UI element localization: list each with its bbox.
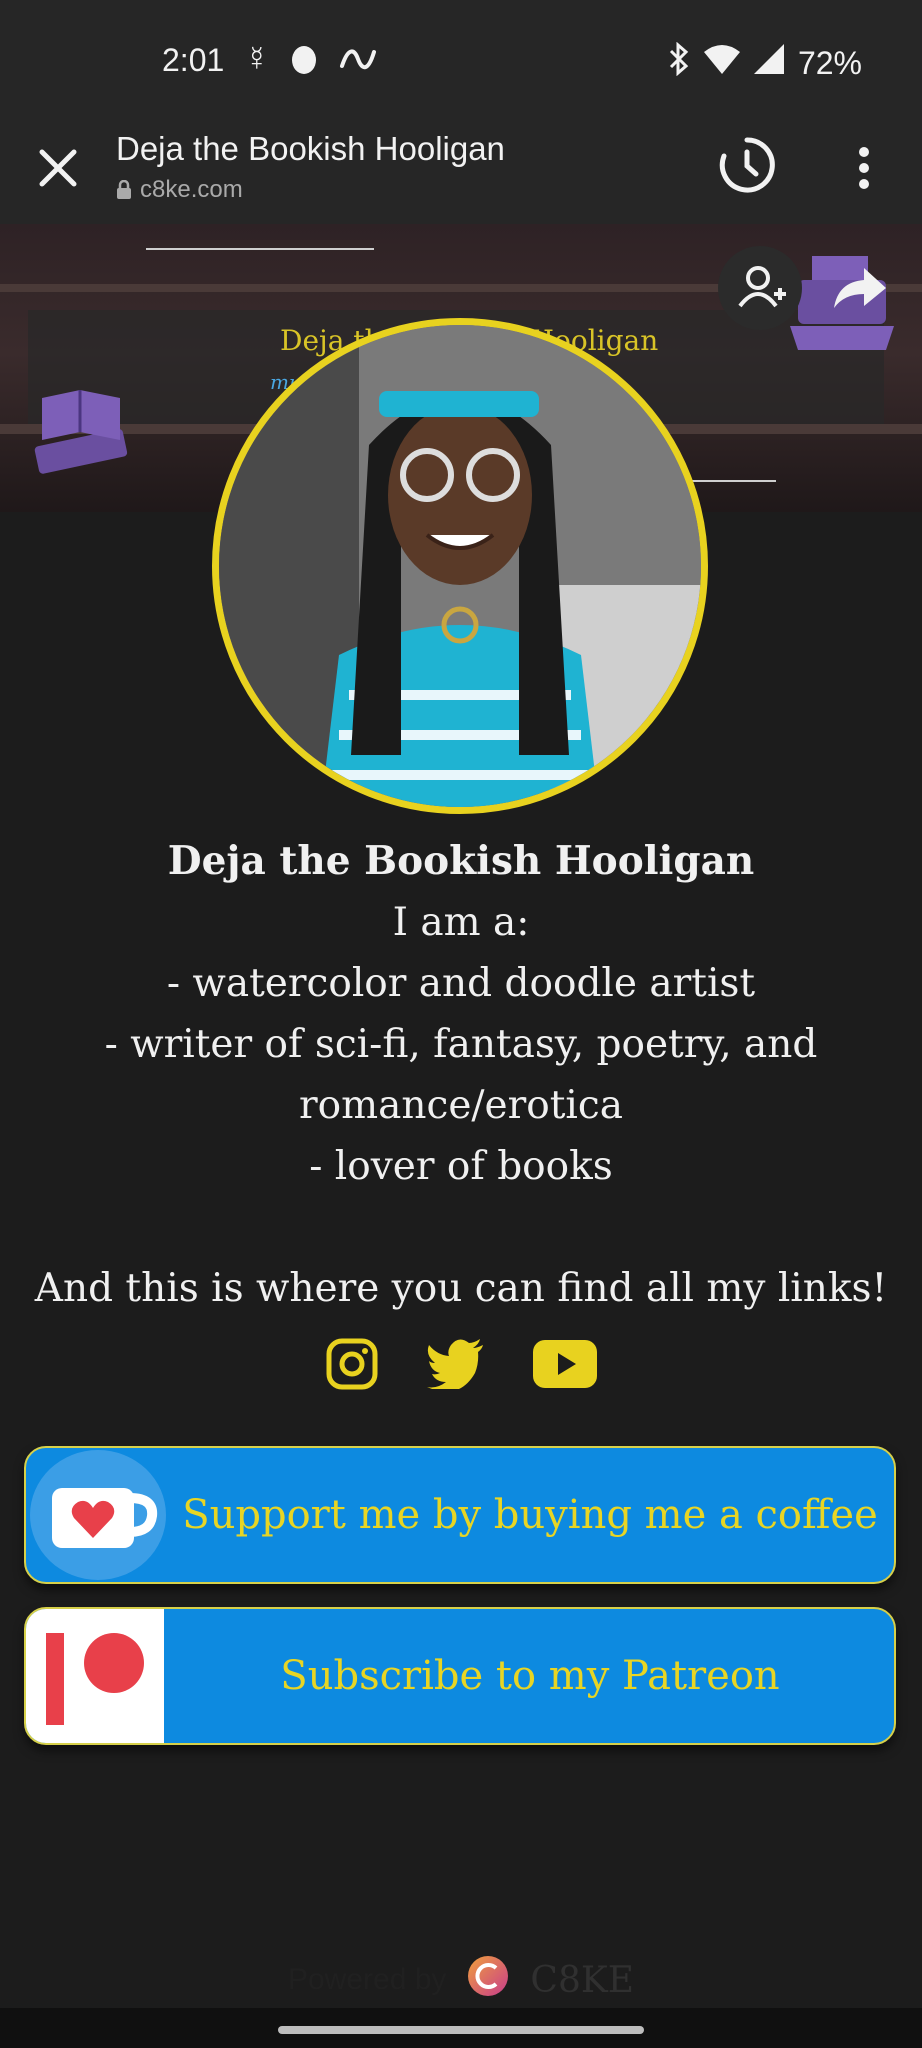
person-portrait-image <box>219 325 701 807</box>
bio-spacer <box>0 1197 922 1258</box>
coffee-cup-icon <box>30 1450 166 1580</box>
profile-bio: Deja the Bookish Hooligan I am a: - wate… <box>0 830 922 1319</box>
share-arrow-icon <box>834 268 886 308</box>
home-gesture-bar[interactable] <box>278 2026 644 2034</box>
page-url: c8ke.com <box>140 176 243 203</box>
page-title: Deja the Bookish Hooligan <box>116 130 505 167</box>
social-links <box>0 1336 922 1396</box>
patreon-subscribe-button[interactable]: Subscribe to my Patreon <box>24 1607 896 1745</box>
decorative-line <box>146 248 374 250</box>
lock-icon <box>116 179 132 205</box>
close-icon <box>39 149 77 187</box>
more-options-button[interactable] <box>846 140 882 196</box>
history-clock-icon <box>719 137 775 193</box>
history-button[interactable] <box>716 134 778 196</box>
mercury-icon: ☿ <box>244 40 270 78</box>
bluetooth-icon <box>668 41 690 84</box>
instagram-icon[interactable] <box>325 1337 379 1396</box>
wifi-icon <box>703 44 740 82</box>
link-label: Support me by buying me a coffee <box>182 1492 878 1538</box>
twitter-icon[interactable] <box>427 1338 485 1394</box>
wave-icon <box>338 44 378 79</box>
bio-line: - lover of books <box>309 1144 613 1189</box>
moon-icon <box>292 46 316 74</box>
bio-line: - writer of sci-fi, fantasy, poetry, and <box>104 1022 818 1067</box>
youtube-icon[interactable] <box>533 1339 597 1393</box>
status-time: 2:01 <box>162 42 225 78</box>
add-contact-button[interactable] <box>718 246 802 330</box>
status-bar: 2:01 ☿ 72% <box>0 0 922 110</box>
browser-toolbar: Deja the Bookish Hooligan c8ke.com <box>0 110 922 224</box>
c8ke-logo-icon[interactable] <box>466 1954 510 2006</box>
bio-line: romance/erotica <box>299 1083 623 1128</box>
decorative-line <box>690 480 776 482</box>
c8ke-brand[interactable]: C8KE <box>530 1960 634 2001</box>
bio-line: And this is where you can find all my li… <box>34 1266 888 1311</box>
system-nav-bar <box>0 2008 922 2048</box>
powered-by-text: Powered by <box>287 1963 447 1996</box>
profile-photo <box>212 318 708 814</box>
close-button[interactable] <box>30 140 86 196</box>
patreon-icon <box>26 1609 164 1743</box>
buy-me-coffee-button[interactable]: Support me by buying me a coffee <box>24 1446 896 1584</box>
books-icon <box>28 378 138 483</box>
link-label: Subscribe to my Patreon <box>280 1653 780 1699</box>
profile-name: Deja the Bookish Hooligan <box>167 838 755 884</box>
more-vertical-icon <box>859 147 869 189</box>
battery-percent: 72% <box>797 44 862 81</box>
status-right: 72% <box>668 41 862 84</box>
bio-line: - watercolor and doodle artist <box>166 961 756 1006</box>
signal-icon <box>753 44 784 82</box>
person-add-icon <box>738 266 786 308</box>
footer: Powered by C8KE <box>0 1952 922 2008</box>
bio-line: I am a: <box>392 900 530 945</box>
share-button[interactable] <box>814 246 898 330</box>
